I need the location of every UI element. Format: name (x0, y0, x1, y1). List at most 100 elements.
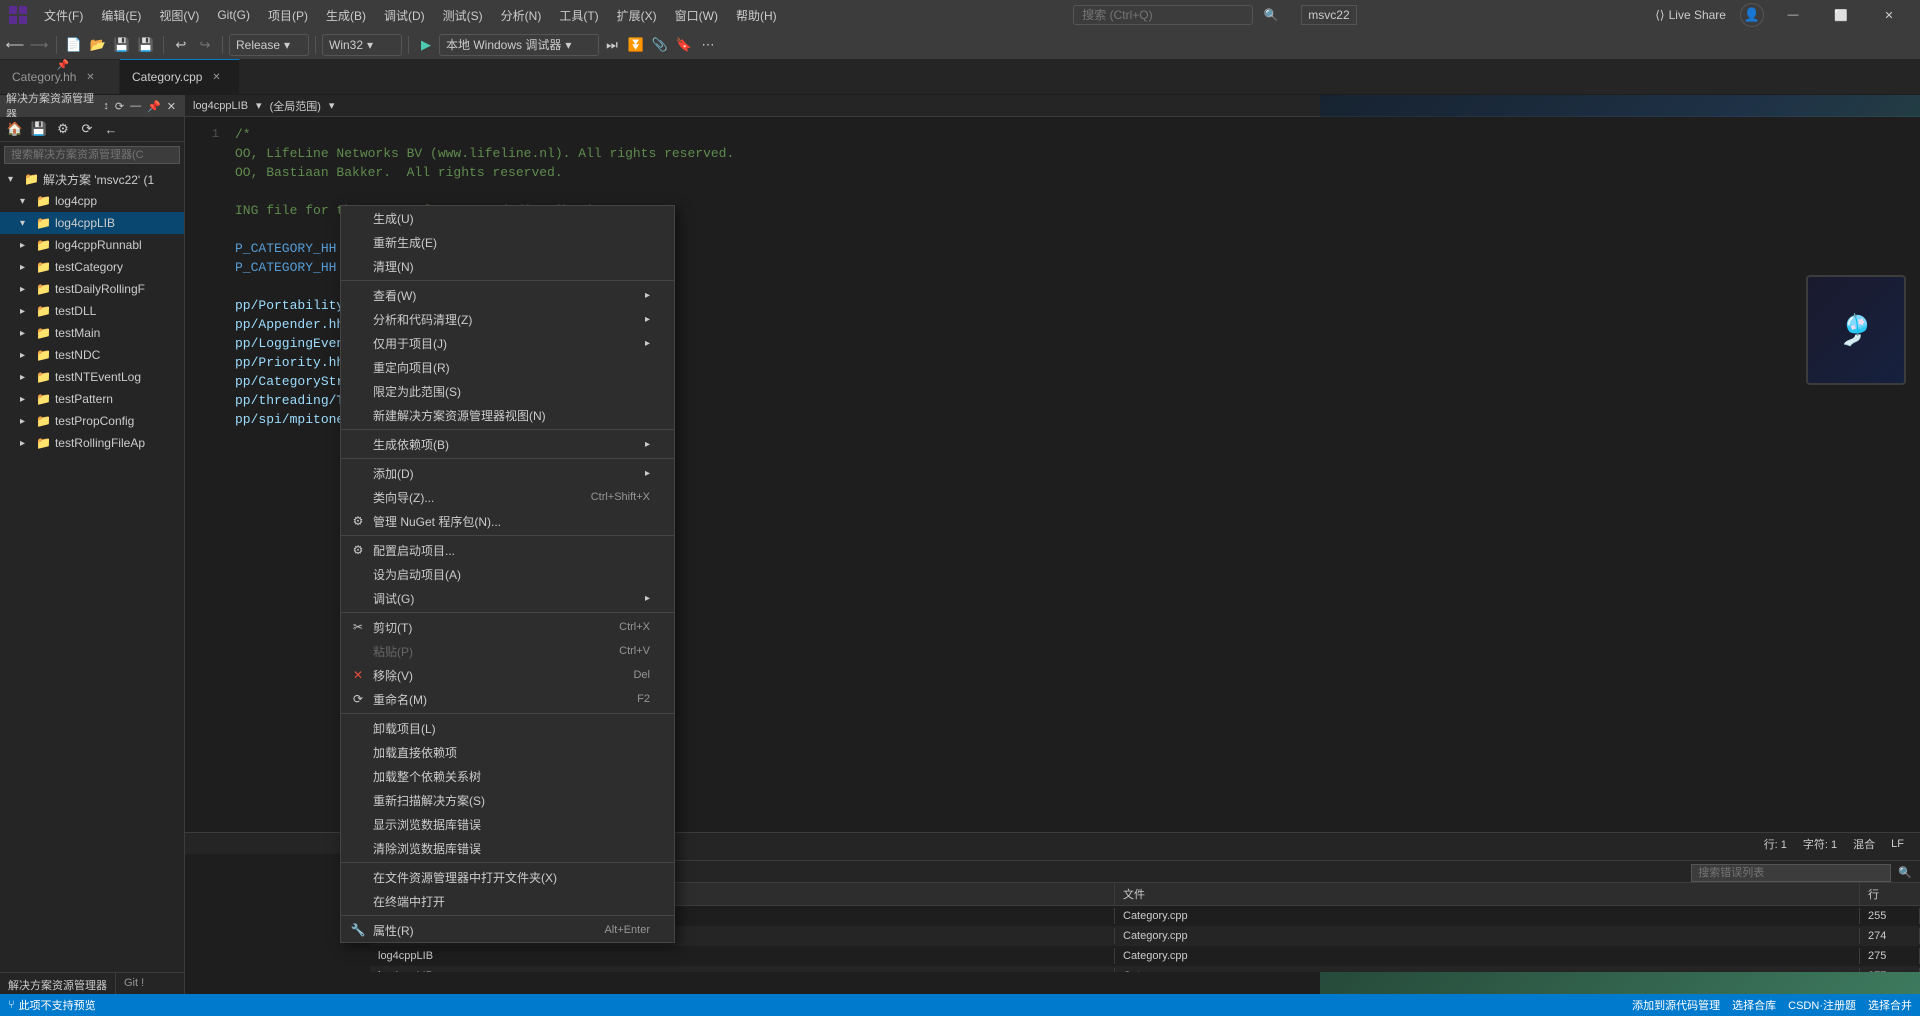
sidebar-back-btn[interactable]: ← (100, 118, 122, 140)
search-input[interactable] (1073, 5, 1253, 25)
ctx-open-terminal[interactable]: 在终端中打开 (341, 889, 674, 913)
ctx-rescan[interactable]: 重新扫描解决方案(S) (341, 788, 674, 812)
menu-test[interactable]: 测试(S) (435, 3, 491, 28)
ctx-deps[interactable]: 生成依赖项(B) ▸ (341, 432, 674, 456)
tree-item-testmain[interactable]: ▸ 📁 testMain (0, 322, 184, 344)
tree-item-testcategory[interactable]: ▸ 📁 testCategory (0, 256, 184, 278)
minimize-button[interactable]: — (1770, 0, 1816, 30)
attach[interactable]: 📎 (649, 34, 671, 56)
add-source-label[interactable]: 添加到源代码管理 (1632, 997, 1720, 1013)
back-button[interactable]: ⟵ (4, 34, 26, 56)
ctx-project-only[interactable]: 仅用于项目(J) ▸ (341, 331, 674, 355)
ctx-view[interactable]: 查看(W) ▸ (341, 283, 674, 307)
sidebar-search-input[interactable] (4, 146, 180, 164)
sidebar-collapse-btn[interactable]: — (128, 98, 143, 115)
live-share-button[interactable]: ⟨⟩ Live Share (1645, 4, 1736, 26)
ctx-cut[interactable]: ✂ 剪切(T) Ctrl+X (341, 615, 674, 639)
platform-dropdown[interactable]: Win32 ▾ (322, 34, 402, 56)
tree-item-testnt[interactable]: ▸ 📁 testNTEventLog (0, 366, 184, 388)
menu-build[interactable]: 生成(B) (318, 3, 374, 28)
ctx-scope[interactable]: 限定为此范围(S) (341, 379, 674, 403)
menu-tools[interactable]: 工具(T) (551, 3, 606, 28)
user-avatar[interactable]: 👤 (1740, 3, 1764, 27)
ctx-add[interactable]: 添加(D) ▸ (341, 461, 674, 485)
sidebar-close-btn[interactable]: ✕ (165, 98, 178, 115)
select-merge-label[interactable]: 选择合并 (1868, 997, 1912, 1013)
new-file-button[interactable]: 📄 (63, 34, 85, 56)
ctx-retarget[interactable]: 重定向项目(R) (341, 355, 674, 379)
sidebar-save-btn[interactable]: 💾 (28, 118, 50, 140)
tree-item-log4cpp[interactable]: ▾ 📁 log4cpp (0, 190, 184, 212)
tab-category-hh[interactable]: Category.hh ✕ 📌 (0, 59, 120, 94)
git-tab[interactable]: Git ! (116, 973, 152, 994)
menu-analyze[interactable]: 分析(N) (493, 3, 550, 28)
sidebar-refresh2-btn[interactable]: ⟳ (76, 118, 98, 140)
ctx-startup-config[interactable]: ⚙ 配置启动项目... (341, 538, 674, 562)
ctx-unload[interactable]: 卸载项目(L) (341, 716, 674, 740)
tree-item-testndc[interactable]: ▸ 📁 testNDC (0, 344, 184, 366)
menu-project[interactable]: 项目(P) (260, 3, 316, 28)
maximize-button[interactable]: ⬜ (1818, 0, 1864, 30)
tree-item-testdll[interactable]: ▸ 📁 testDLL (0, 300, 184, 322)
tree-item-log4cpplib[interactable]: ▾ 📁 log4cppLIB (0, 212, 184, 234)
select-repo-label[interactable]: 选择合库 (1732, 997, 1776, 1013)
tab-close-2[interactable]: ✕ (208, 69, 224, 85)
tree-item-testpattern[interactable]: ▸ 📁 testPattern (0, 388, 184, 410)
ctx-set-startup[interactable]: 设为启动项目(A) (341, 562, 674, 586)
ctx-nuget[interactable]: ⚙ 管理 NuGet 程序包(N)... (341, 509, 674, 533)
more-options[interactable]: ⋯ (697, 34, 719, 56)
ctx-open-folder[interactable]: 在文件资源管理器中打开文件夹(X) (341, 865, 674, 889)
ctx-clear-browse[interactable]: 清除浏览数据库错误 (341, 836, 674, 860)
error-row-3[interactable]: log4cppLIB Category.cpp 275 (370, 946, 1920, 966)
ctx-rename[interactable]: ⟳ 重命名(M) F2 (341, 687, 674, 711)
menu-extend[interactable]: 扩展(X) (609, 3, 665, 28)
sidebar-home-btn[interactable]: 🏠 (4, 118, 26, 140)
solution-root[interactable]: ▾ 📁 解决方案 'msvc22' (1 (0, 168, 184, 190)
ctx-clean[interactable]: 清理(N) (341, 254, 674, 278)
tab-pin[interactable]: 📌 (57, 60, 69, 71)
sidebar-pin-btn[interactable]: 📌 (145, 98, 163, 115)
run-button[interactable]: ▶ (415, 34, 437, 56)
save-all-button[interactable]: 💾 (135, 34, 157, 56)
ctx-class-wizard[interactable]: 类向导(Z)... Ctrl+Shift+X (341, 485, 674, 509)
tree-item-testprop[interactable]: ▸ 📁 testPropConfig (0, 410, 184, 432)
tab-close-1[interactable]: ✕ (82, 69, 98, 85)
menu-debug[interactable]: 调试(D) (376, 3, 433, 28)
ctx-build[interactable]: 生成(U) (341, 206, 674, 230)
error-row-4[interactable]: log4cppLIB Category.cpp 277 (370, 966, 1920, 972)
save-button[interactable]: 💾 (111, 34, 133, 56)
ctx-remove[interactable]: ✕ 移除(V) Del (341, 663, 674, 687)
tab-category-cpp[interactable]: Category.cpp ✕ (120, 59, 240, 94)
menu-edit[interactable]: 编辑(E) (93, 3, 149, 28)
step-over[interactable]: ⏭ (601, 34, 623, 56)
search-icon[interactable]: 🔍 (1263, 7, 1279, 23)
debug-dropdown[interactable]: 本地 Windows 调试器 ▾ (439, 34, 599, 56)
config-dropdown[interactable]: Release ▾ (229, 34, 309, 56)
tree-item-testrolling[interactable]: ▸ 📁 testRollingFileAp (0, 432, 184, 454)
tree-item-log4cpprunnab[interactable]: ▸ 📁 log4cppRunnabl (0, 234, 184, 256)
bookmark[interactable]: 🔖 (673, 34, 695, 56)
close-button[interactable]: ✕ (1866, 0, 1912, 30)
menu-git[interactable]: Git(G) (209, 4, 258, 26)
sidebar-sync-btn[interactable]: ↕ (101, 98, 111, 115)
tree-item-testdaily[interactable]: ▸ 📁 testDailyRollingF (0, 278, 184, 300)
solution-explorer-tab[interactable]: 解决方案资源管理器 (0, 973, 116, 994)
undo-button[interactable]: ↩ (170, 34, 192, 56)
ctx-analyze[interactable]: 分析和代码清理(Z) ▸ (341, 307, 674, 331)
menu-window[interactable]: 窗口(W) (667, 3, 726, 28)
ctx-load-direct[interactable]: 加载直接依赖项 (341, 740, 674, 764)
menu-view[interactable]: 视图(V) (151, 3, 207, 28)
ctx-load-all[interactable]: 加载整个依赖关系树 (341, 764, 674, 788)
error-search-input[interactable] (1691, 864, 1891, 882)
ctx-debug[interactable]: 调试(G) ▸ (341, 586, 674, 610)
step-in[interactable]: ⏬ (625, 34, 647, 56)
sidebar-filter-btn[interactable]: ⚙ (52, 118, 74, 140)
open-button[interactable]: 📂 (87, 34, 109, 56)
menu-file[interactable]: 文件(F) (36, 3, 91, 28)
menu-help[interactable]: 帮助(H) (728, 3, 785, 28)
ctx-rebuild[interactable]: 重新生成(E) (341, 230, 674, 254)
ctx-new-view[interactable]: 新建解决方案资源管理器视图(N) (341, 403, 674, 427)
ctx-properties[interactable]: 🔧 属性(R) Alt+Enter (341, 918, 674, 942)
ctx-show-browse[interactable]: 显示浏览数据库错误 (341, 812, 674, 836)
sidebar-refresh-btn[interactable]: ⟳ (113, 98, 126, 115)
